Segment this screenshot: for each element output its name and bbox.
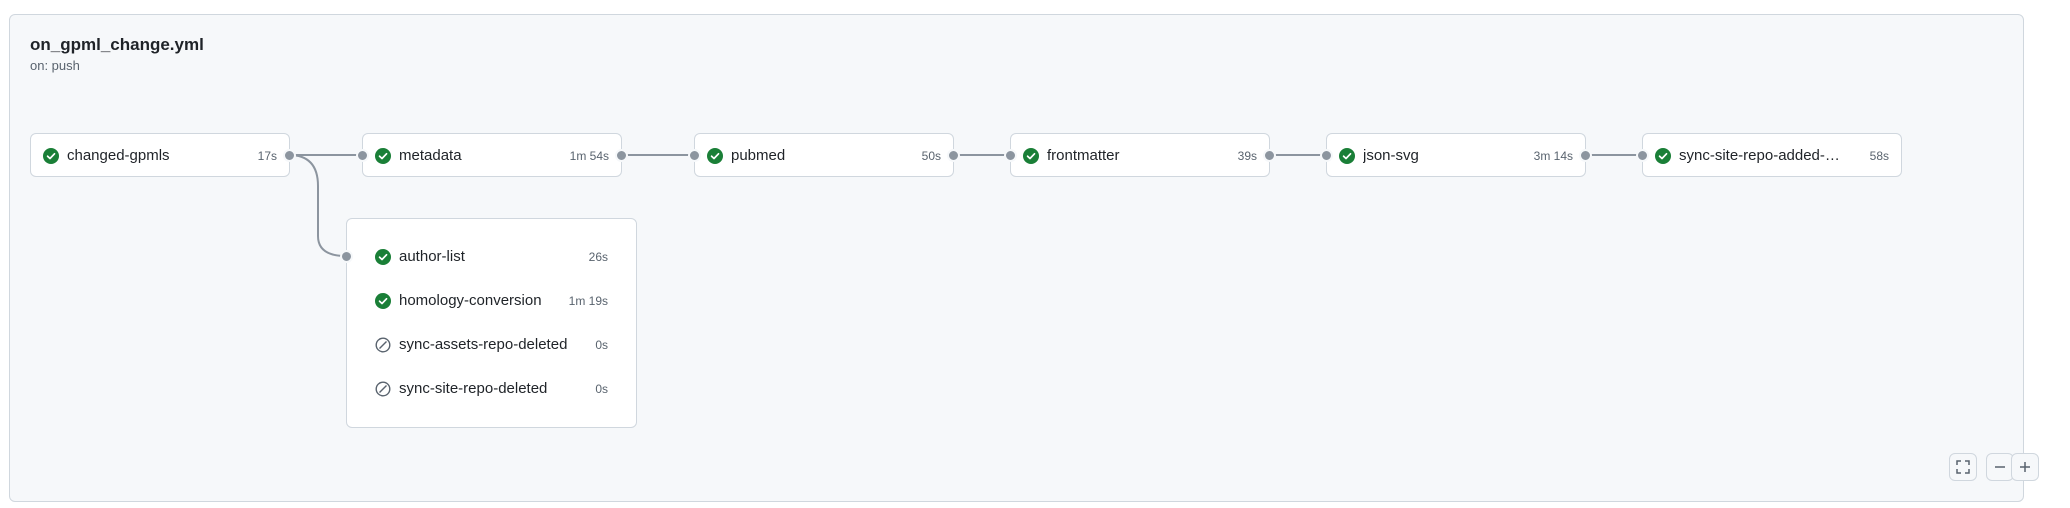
minus-icon xyxy=(1993,460,2007,474)
connector-dot xyxy=(1320,149,1333,162)
job-name: pubmed xyxy=(731,147,786,164)
connector-dot xyxy=(356,149,369,162)
job-duration: 26s xyxy=(588,250,608,264)
job-name: json-svg xyxy=(1363,147,1419,164)
connector-dot xyxy=(615,149,628,162)
job-duration: 39s xyxy=(1237,149,1257,163)
job-json-svg[interactable]: json-svg 3m 14s xyxy=(1326,133,1586,177)
job-pubmed[interactable]: pubmed 50s xyxy=(694,133,954,177)
success-check-icon xyxy=(1023,148,1039,164)
connector-dot xyxy=(340,250,353,263)
job-name: sync-site-repo-added-mo... xyxy=(1679,147,1849,164)
job-duration: 1m 19s xyxy=(568,294,608,308)
success-check-icon xyxy=(375,148,391,164)
job-name: sync-site-repo-deleted xyxy=(399,380,548,397)
connector-dot xyxy=(1636,149,1649,162)
skipped-icon xyxy=(375,381,391,397)
job-duration: 3m 14s xyxy=(1533,149,1573,163)
job-author-list[interactable]: author-list 26s xyxy=(347,235,636,279)
connector-dot xyxy=(688,149,701,162)
zoom-in-button[interactable] xyxy=(2011,453,2039,481)
job-duration: 0s xyxy=(595,338,608,352)
job-duration: 17s xyxy=(257,149,277,163)
job-name: frontmatter xyxy=(1047,147,1120,164)
job-name: homology-conversion xyxy=(399,292,542,309)
job-duration: 50s xyxy=(921,149,941,163)
success-check-icon xyxy=(1655,148,1671,164)
job-duration: 0s xyxy=(595,382,608,396)
success-check-icon xyxy=(707,148,723,164)
plus-icon xyxy=(2018,460,2032,474)
job-sync-site-repo-added-modified[interactable]: sync-site-repo-added-mo... 58s xyxy=(1642,133,1902,177)
job-connectors xyxy=(288,154,1642,257)
job-sync-site-repo-deleted[interactable]: sync-site-repo-deleted 0s xyxy=(347,367,636,411)
connector-dot xyxy=(283,149,296,162)
success-check-icon xyxy=(43,148,59,164)
success-check-icon xyxy=(375,293,391,309)
job-changed-gpmls[interactable]: changed-gpmls 17s xyxy=(30,133,290,177)
connector-dot xyxy=(947,149,960,162)
job-name: changed-gpmls xyxy=(67,147,170,164)
job-frontmatter[interactable]: frontmatter 39s xyxy=(1010,133,1270,177)
job-name: author-list xyxy=(399,248,465,265)
job-metadata[interactable]: metadata 1m 54s xyxy=(362,133,622,177)
success-check-icon xyxy=(1339,148,1355,164)
job-homology-conversion[interactable]: homology-conversion 1m 19s xyxy=(347,279,636,323)
job-duration: 1m 54s xyxy=(569,149,609,163)
fullscreen-icon xyxy=(1956,460,1970,474)
success-check-icon xyxy=(375,249,391,265)
zoom-out-button[interactable] xyxy=(1986,453,2014,481)
skipped-icon xyxy=(375,337,391,353)
job-name: metadata xyxy=(399,147,462,164)
connector-dot xyxy=(1579,149,1592,162)
connector-dot xyxy=(1263,149,1276,162)
connector-dot xyxy=(1004,149,1017,162)
job-sync-assets-repo-deleted[interactable]: sync-assets-repo-deleted 0s xyxy=(347,323,636,367)
job-group: author-list 26s homology-conversion 1m 1… xyxy=(346,218,637,428)
fullscreen-button[interactable] xyxy=(1949,453,1977,481)
job-duration: 58s xyxy=(1869,149,1889,163)
job-name: sync-assets-repo-deleted xyxy=(399,336,568,353)
